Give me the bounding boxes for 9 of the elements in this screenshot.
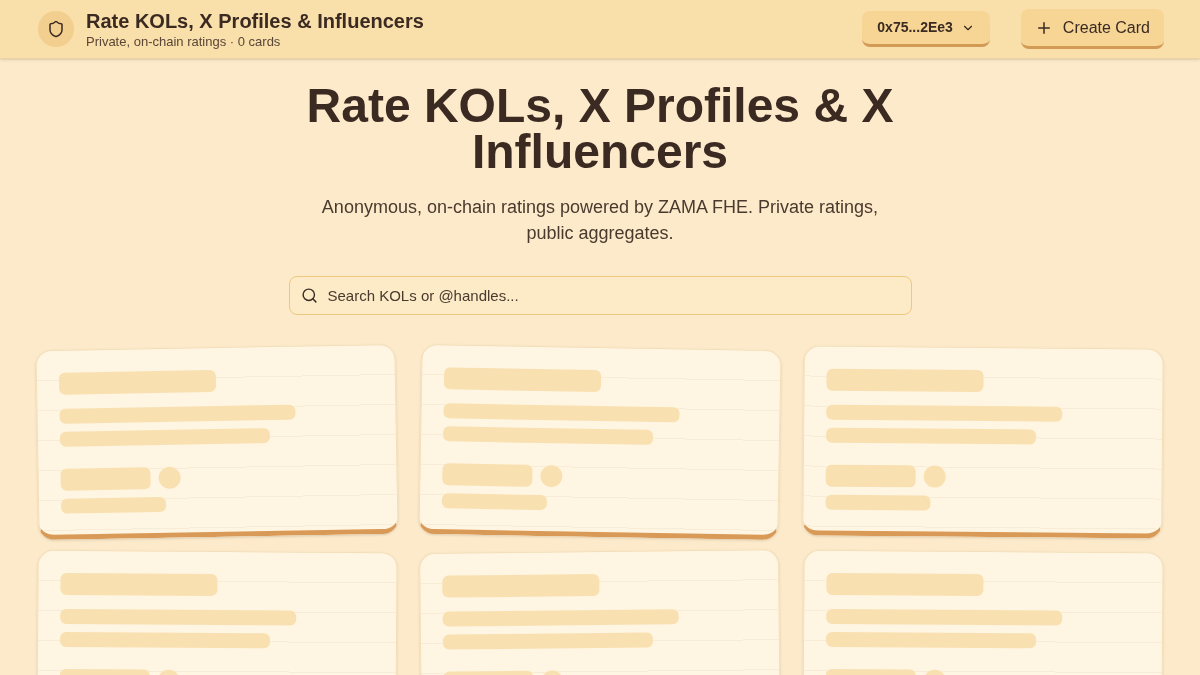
app-title: Rate KOLs, X Profiles & Influencers <box>86 8 424 33</box>
app-subtitle: Private, on-chain ratings · 0 cards <box>86 32 282 50</box>
shield-icon <box>38 11 74 47</box>
create-card-button[interactable]: Create Card <box>1020 9 1164 49</box>
hero-description: Anonymous, on-chain ratings powered by ZAMA FHE. Private ratings, public aggregates. <box>320 196 880 245</box>
search-icon <box>300 287 318 304</box>
wallet-button[interactable]: 0x75...2Ee3 <box>862 11 990 47</box>
search-field[interactable]: Search KOLs or @handles... <box>288 276 912 315</box>
hero-title: Rate KOLs, X Profiles & X Influencers <box>305 83 895 175</box>
